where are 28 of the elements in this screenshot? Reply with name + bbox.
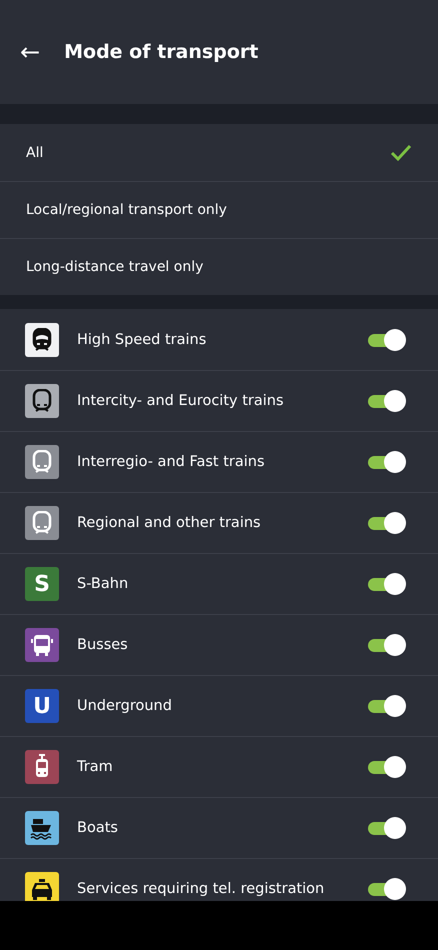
mode-label: Services requiring tel. registration bbox=[77, 881, 326, 897]
check-icon bbox=[390, 144, 412, 162]
line-badge: S bbox=[25, 567, 59, 601]
mode-label: S-Bahn bbox=[77, 576, 130, 592]
page-title: Mode of transport bbox=[64, 41, 258, 63]
mode-label: Interregio- and Fast trains bbox=[77, 454, 266, 470]
option-item[interactable]: All bbox=[0, 124, 438, 181]
mode-label: Intercity- and Eurocity trains bbox=[77, 393, 285, 409]
toggle-switch[interactable] bbox=[368, 878, 406, 900]
toggle-switch[interactable] bbox=[368, 451, 406, 473]
toggle-switch[interactable] bbox=[368, 634, 406, 656]
mode-label: Boats bbox=[77, 820, 119, 836]
toggle-switch[interactable] bbox=[368, 512, 406, 534]
toggle-switch[interactable] bbox=[368, 756, 406, 778]
option-item[interactable]: Long-distance travel only bbox=[0, 238, 438, 295]
mode-label: Busses bbox=[77, 637, 129, 653]
line-badge: U bbox=[25, 689, 59, 723]
toggle-switch[interactable] bbox=[368, 817, 406, 839]
mode-label: High Speed trains bbox=[77, 332, 208, 348]
mode-label: Underground bbox=[77, 698, 173, 714]
option-item[interactable]: Local/regional transport only bbox=[0, 181, 438, 238]
mode-label: Regional and other trains bbox=[77, 515, 262, 531]
toggle-switch[interactable] bbox=[368, 390, 406, 412]
toggle-switch[interactable] bbox=[368, 573, 406, 595]
back-button[interactable]: ← bbox=[20, 40, 40, 64]
toggle-switch[interactable] bbox=[368, 328, 406, 350]
toggle-switch[interactable] bbox=[368, 695, 406, 717]
mode-label: Tram bbox=[77, 759, 114, 775]
